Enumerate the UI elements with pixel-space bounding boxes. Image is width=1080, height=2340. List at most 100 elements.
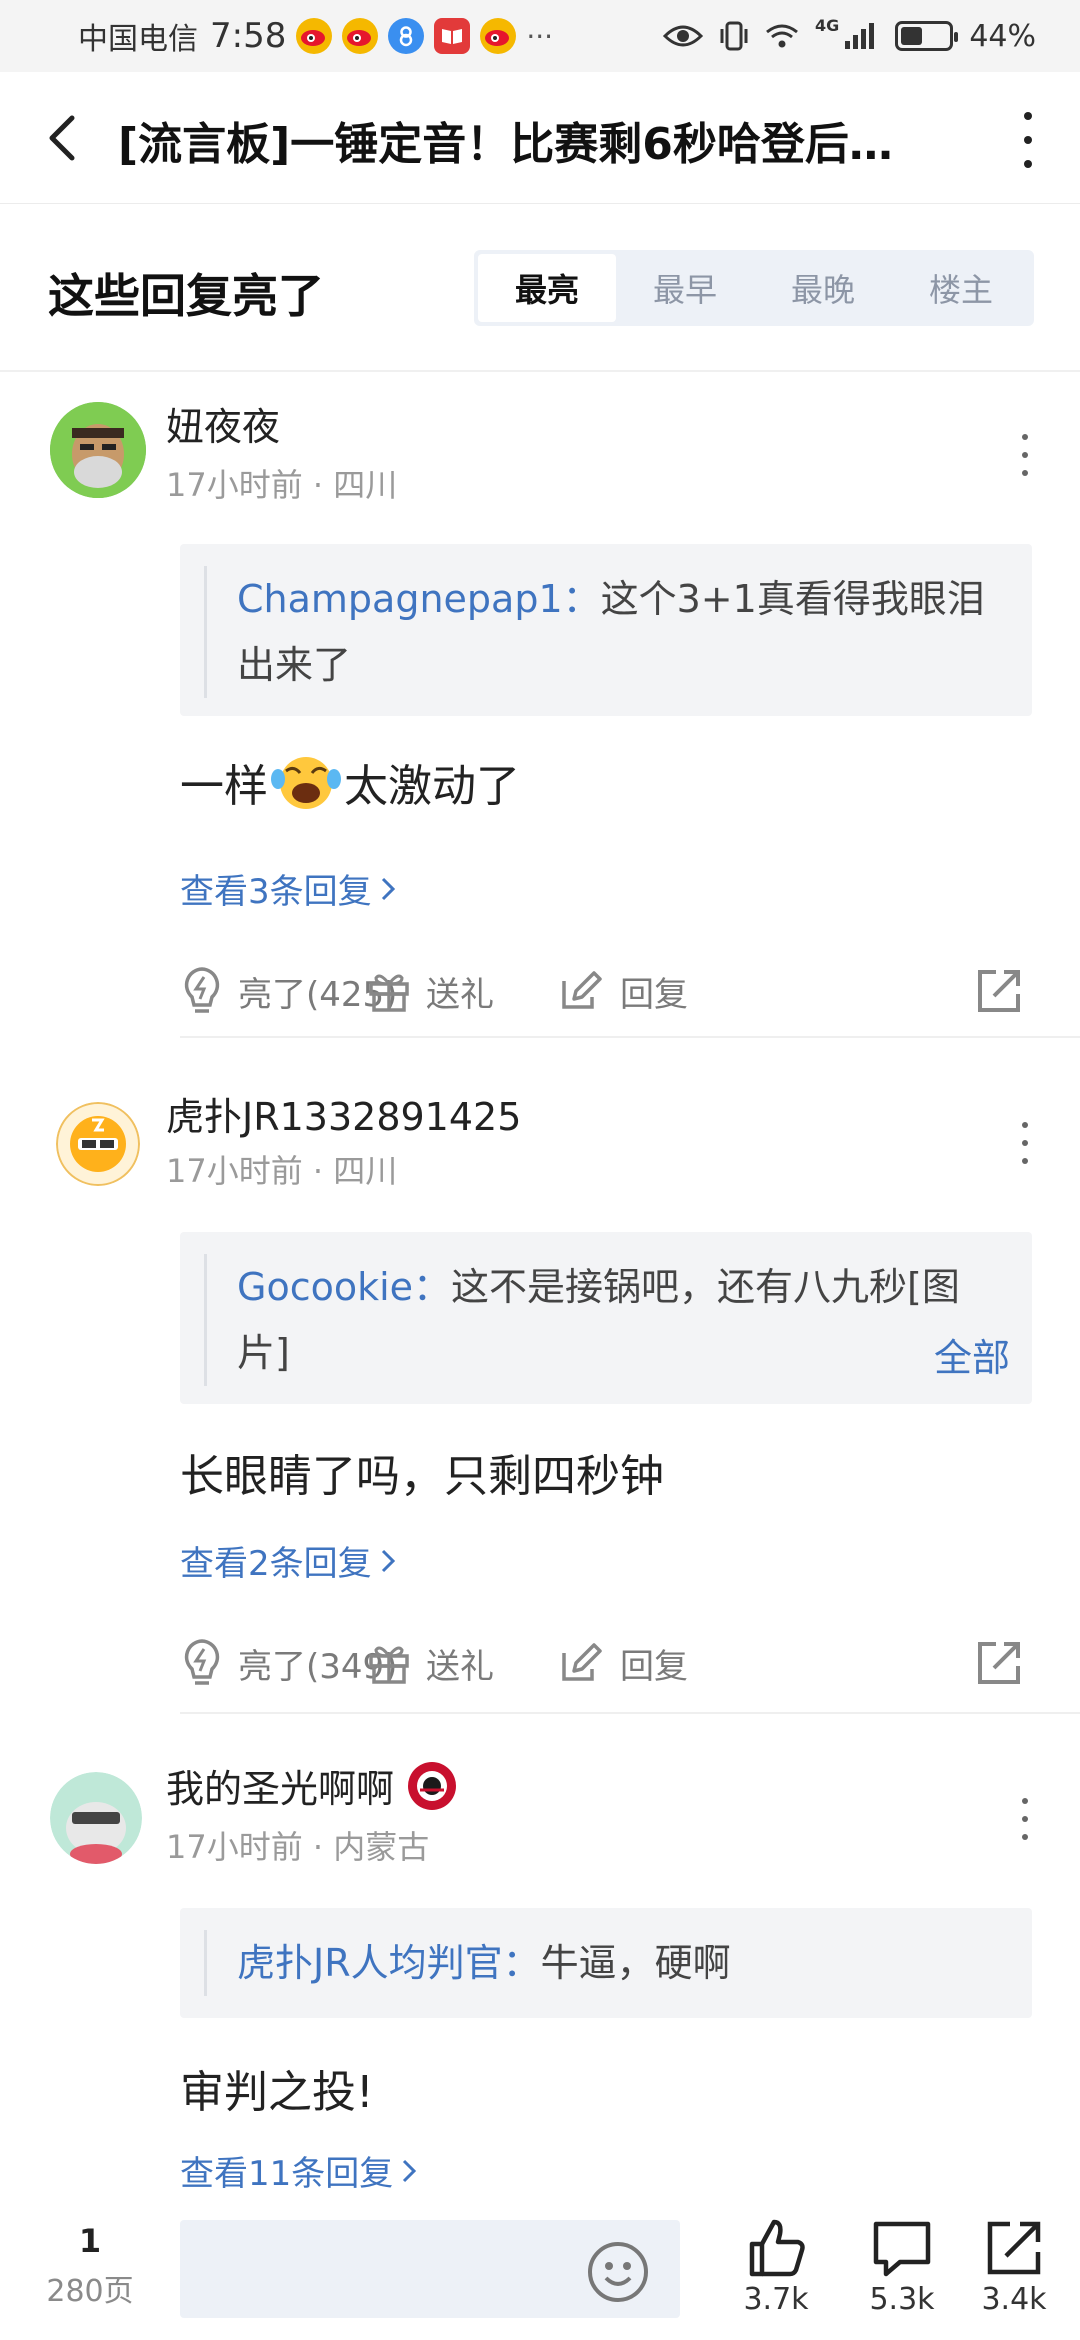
- comment-more-button[interactable]: [1020, 1798, 1030, 1840]
- view-replies-label: 查看11条回复: [180, 2154, 394, 2194]
- tab-op-only[interactable]: 楼主: [892, 254, 1030, 322]
- reply-button[interactable]: 回复: [558, 1628, 688, 1698]
- share-post-button[interactable]: 3.4k: [964, 2216, 1064, 2336]
- team-badge-icon: [408, 1761, 457, 1810]
- top-nav-bar: [流言板]一锤定音！比赛剩6秒哈登后…: [0, 72, 1080, 204]
- share-comment-button[interactable]: [974, 1628, 1024, 1698]
- quote-username[interactable]: 虎扑JR人均判官：: [237, 1941, 541, 1985]
- current-page[interactable]: 1: [50, 2222, 130, 2260]
- comments-button[interactable]: 5.3k: [852, 2216, 952, 2336]
- view-replies-label: 查看2条回复: [180, 1544, 372, 1584]
- comment-username[interactable]: 妞夜夜: [166, 396, 280, 451]
- thumbs-up-icon: [749, 2219, 805, 2277]
- comment-time: 17小时前: [166, 1152, 303, 1190]
- dot-icon: [1024, 136, 1032, 144]
- lightbulb-icon: [184, 967, 220, 1013]
- comment-item: 我的圣光啊啊 17小时前 · 内蒙古 虎扑JR人均判官：牛逼，硬啊 审判之投! …: [0, 1716, 1080, 2206]
- eye-icon: [663, 25, 704, 47]
- more-options-button[interactable]: [1016, 112, 1040, 168]
- comment-more-button[interactable]: [1020, 434, 1030, 476]
- reply-label: 回复: [620, 1646, 688, 1687]
- signal-icon: [845, 23, 875, 49]
- sort-tabs: 最亮 最早 最晚 楼主: [474, 250, 1034, 326]
- smiley-icon: [588, 2242, 648, 2302]
- comment-item: 妞夜夜 17小时前 · 四川 Champagnepap1：这个3+1真看得我眼泪…: [0, 372, 1080, 1038]
- section-title: 这些回复亮了: [48, 269, 324, 323]
- comment-meta: 17小时前 · 四川: [166, 466, 398, 504]
- status-time: 7:58: [210, 16, 287, 56]
- view-replies-link[interactable]: 查看11条回复: [180, 2146, 417, 2195]
- view-replies-label: 查看3条回复: [180, 872, 372, 912]
- comment-time: 17小时前: [166, 466, 303, 504]
- comment-time: 17小时前: [166, 1828, 303, 1866]
- comment-location: 四川: [333, 466, 398, 504]
- quoted-comment[interactable]: Champagnepap1：这个3+1真看得我眼泪出来了: [180, 544, 1032, 716]
- comment-actions: 亮了(349) 送礼 回复: [180, 1628, 1040, 1698]
- gift-label: 送礼: [426, 974, 494, 1015]
- avatar[interactable]: [50, 1772, 142, 1864]
- gift-icon: [369, 974, 409, 1012]
- share-icon: [978, 1642, 1020, 1684]
- battery-percent: 44%: [969, 18, 1036, 54]
- comment-item: 虎扑JR1332891425 17小时前 · 四川 Gocookie：这不是接锅…: [0, 1040, 1080, 1714]
- battery-icon: [895, 21, 959, 51]
- quoted-comment[interactable]: 虎扑JR人均判官：牛逼，硬啊: [180, 1908, 1032, 2018]
- avatar[interactable]: [56, 1102, 140, 1186]
- quoted-comment[interactable]: Gocookie：这不是接锅吧，还有八九秒[图片] 全部: [180, 1232, 1032, 1404]
- tab-brightest[interactable]: 最亮: [478, 254, 616, 322]
- share-comment-button[interactable]: [974, 956, 1024, 1026]
- chevron-right-icon: [381, 877, 395, 900]
- total-pages[interactable]: 280页: [38, 2266, 142, 2310]
- gift-label: 送礼: [426, 1646, 494, 1687]
- weibo-notification-icon: [296, 18, 333, 54]
- chevron-right-icon: [381, 1549, 395, 1572]
- comment-count: 5.3k: [869, 2282, 935, 2317]
- comment-body: 一样 太激动了: [180, 750, 520, 814]
- gift-icon: [369, 1646, 409, 1684]
- weibo-notification-icon: [342, 18, 379, 54]
- expand-quote-button[interactable]: 全部: [934, 1327, 1010, 1382]
- share-icon: [987, 2221, 1041, 2275]
- reply-button[interactable]: 回复: [558, 956, 688, 1026]
- comment-actions: 亮了(425) 送礼 回复: [180, 956, 1040, 1026]
- comment-body-text: 太激动了: [344, 761, 520, 812]
- gift-button[interactable]: 送礼: [366, 956, 494, 1026]
- dot-icon: [1024, 112, 1032, 120]
- light-up-button[interactable]: 亮了(349): [180, 1628, 397, 1698]
- comment-body: 审判之投!: [180, 2067, 374, 2118]
- comment-username[interactable]: 虎扑JR1332891425: [166, 1086, 521, 1141]
- emoji-button[interactable]: [586, 2240, 650, 2304]
- gift-button[interactable]: 送礼: [366, 1628, 494, 1698]
- tab-latest[interactable]: 最晚: [754, 254, 892, 322]
- quote-username[interactable]: Gocookie：: [237, 1265, 451, 1309]
- light-up-button[interactable]: 亮了(425): [180, 956, 397, 1026]
- share-icon: [978, 970, 1020, 1012]
- reply-label: 回复: [620, 974, 688, 1015]
- comment-body-text: 一样: [180, 761, 268, 812]
- bottom-bar: 1 280页 3.7k 5.3k 3.4k: [0, 2208, 1080, 2340]
- avatar[interactable]: [50, 402, 146, 498]
- lightbulb-icon: [184, 1639, 220, 1685]
- back-button[interactable]: [38, 112, 88, 164]
- reply-input[interactable]: [180, 2220, 680, 2318]
- more-notifications-icon: ···: [526, 19, 554, 53]
- comment-username[interactable]: 我的圣光啊啊: [166, 1758, 458, 1813]
- comment-meta: 17小时前 · 四川: [166, 1152, 398, 1190]
- view-replies-link[interactable]: 查看3条回复: [180, 864, 396, 913]
- tab-earliest[interactable]: 最早: [616, 254, 754, 322]
- share-count: 3.4k: [981, 2282, 1047, 2317]
- view-replies-link[interactable]: 查看2条回复: [180, 1536, 396, 1585]
- quote-username[interactable]: Champagnepap1：: [237, 577, 601, 621]
- status-bar: 中国电信 7:58 ··· 4G 44%: [0, 0, 1080, 72]
- chevron-left-icon: [49, 115, 75, 161]
- carrier-label: 中国电信: [78, 22, 198, 57]
- wifi-icon: [766, 24, 798, 48]
- like-post-button[interactable]: 3.7k: [726, 2216, 826, 2336]
- weibo-notification-icon: [480, 18, 517, 54]
- divider: [180, 1036, 1080, 1038]
- comment-body: 长眼睛了吗，只剩四秒钟: [180, 1451, 664, 1502]
- comment-bubble-icon: [873, 2221, 931, 2277]
- comment-more-button[interactable]: [1020, 1122, 1030, 1164]
- comment-meta: 17小时前 · 内蒙古: [166, 1828, 430, 1866]
- edit-reply-icon: [562, 1643, 602, 1681]
